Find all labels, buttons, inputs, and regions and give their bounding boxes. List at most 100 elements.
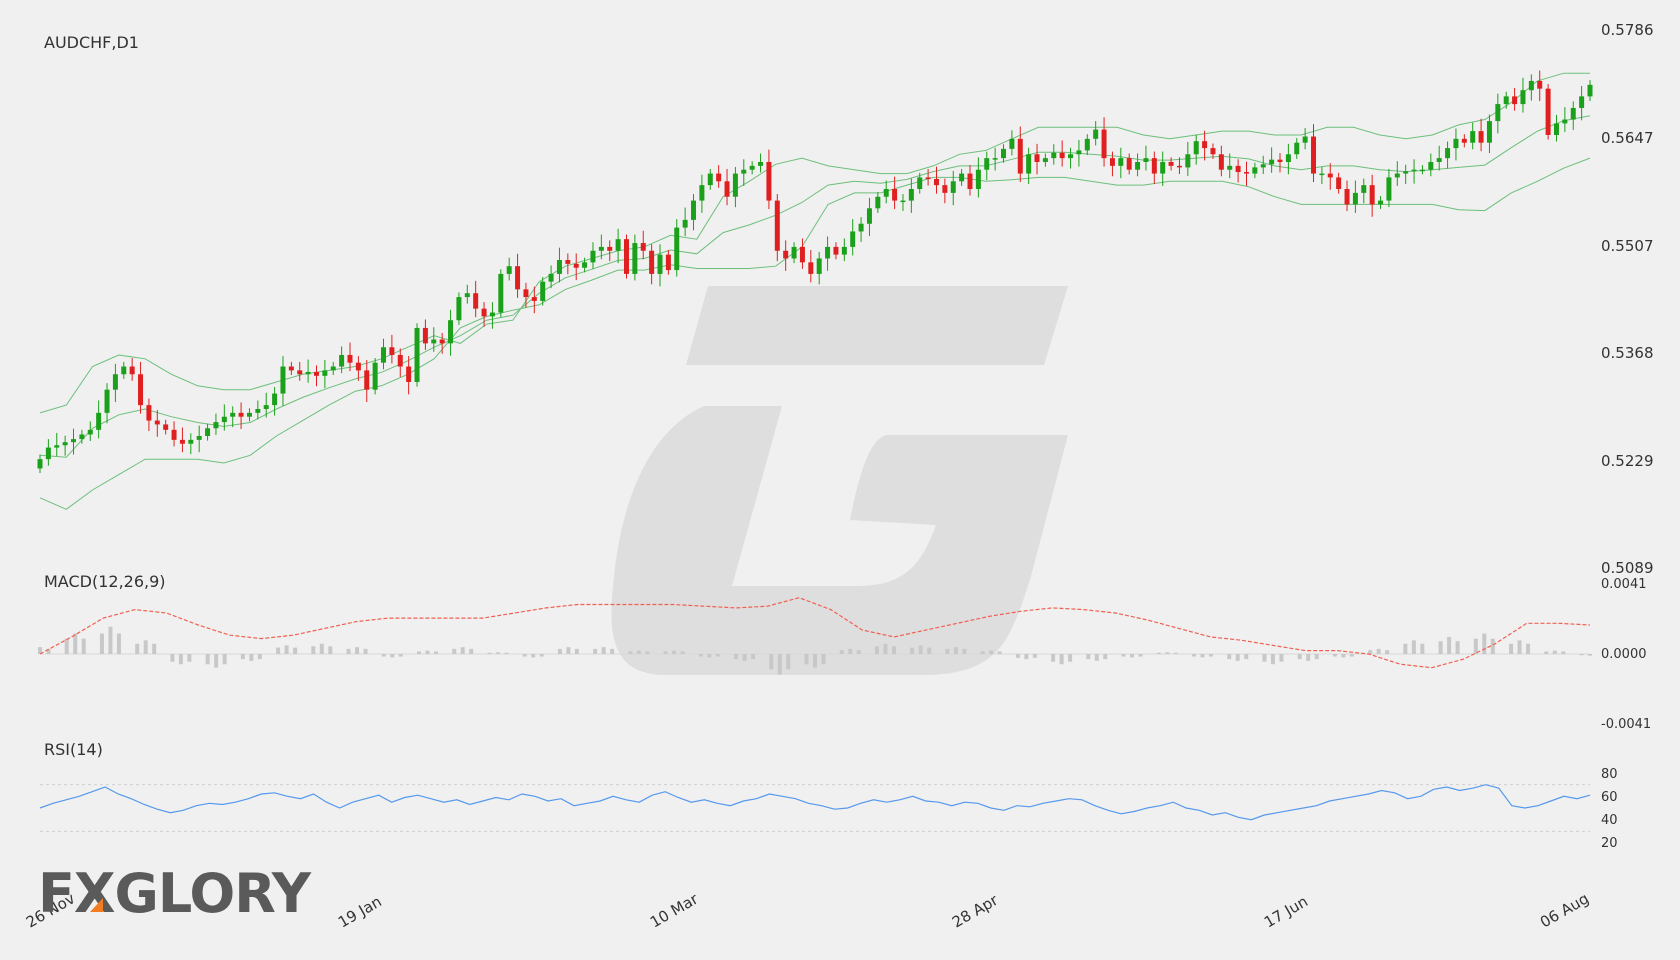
candle-body <box>766 161 772 201</box>
macd-histogram-bar <box>381 654 386 657</box>
macd-histogram-bar <box>1227 654 1232 660</box>
x-tick-label: 19 Jan <box>335 892 385 931</box>
candle-body <box>598 246 604 251</box>
candle-body <box>1570 107 1576 120</box>
macd-histogram-bar <box>883 643 888 654</box>
candle-body <box>347 354 353 363</box>
candle-body <box>1579 96 1585 108</box>
candle-body <box>205 428 211 437</box>
macd-histogram-bar <box>891 646 896 654</box>
candle-body <box>1470 131 1476 143</box>
candle-body <box>691 200 697 220</box>
macd-histogram-bar <box>390 654 395 658</box>
candle-body <box>431 339 437 344</box>
candle-body <box>1319 173 1325 176</box>
macd-histogram-bar <box>953 647 958 654</box>
candle-body <box>1394 173 1400 178</box>
macd-histogram-bar <box>460 647 465 654</box>
rsi-panel <box>39 784 1591 832</box>
macd-histogram-bar <box>918 645 923 654</box>
y-tick-label: 0.5368 <box>1601 344 1654 362</box>
candle-body <box>515 266 521 290</box>
candle-body <box>1151 158 1157 174</box>
x-tick-label: 06 Aug <box>1537 889 1592 931</box>
macd-histogram-bar <box>856 650 861 654</box>
macd-histogram-bar <box>1270 654 1275 665</box>
macd-histogram-bar <box>135 643 140 654</box>
x-tick-label: 17 Jun <box>1261 892 1311 931</box>
macd-histogram-bar <box>1544 651 1549 654</box>
candle-body <box>138 374 144 406</box>
candle-body <box>397 354 403 367</box>
macd-histogram-bar <box>328 646 333 654</box>
candle-body <box>1562 119 1568 124</box>
candle-body <box>1176 165 1182 168</box>
macd-histogram-bar <box>557 648 562 654</box>
candle-body <box>305 371 311 375</box>
candle-body <box>1068 154 1074 159</box>
price-axis: 0.5786 0.5647 0.5507 0.5368 0.5229 0.508… <box>1601 21 1654 577</box>
macd-histogram-bar <box>1165 652 1170 654</box>
macd-histogram-bar <box>1482 633 1487 654</box>
macd-histogram-bar <box>539 654 544 657</box>
candle-body <box>171 429 177 440</box>
candle-body <box>1311 136 1317 174</box>
macd-histogram-bar <box>945 648 950 654</box>
candle-body <box>45 447 51 460</box>
macd-histogram-bar <box>698 654 703 657</box>
macd-histogram-bar <box>1447 636 1452 654</box>
macd-histogram-bar <box>1024 654 1029 660</box>
macd-histogram-bar <box>81 638 86 654</box>
candle-body <box>900 200 906 203</box>
macd-histogram-bar <box>1517 640 1522 654</box>
macd-histogram-bar <box>284 645 289 654</box>
macd-histogram-bar <box>1130 654 1135 658</box>
candle-body <box>330 366 336 371</box>
candle-body <box>716 173 722 182</box>
macd-histogram-bar <box>734 654 739 660</box>
candle-body <box>1160 161 1166 174</box>
candle-body <box>473 293 479 309</box>
logo-text: FXGLORY <box>38 862 312 925</box>
candle-body <box>1126 158 1132 170</box>
candle-body <box>464 293 470 298</box>
macd-histogram-bar <box>1051 654 1056 662</box>
macd-histogram-bar <box>434 651 438 654</box>
candle-body <box>565 260 571 264</box>
candle-body <box>791 246 797 259</box>
x-tick-label: 10 Mar <box>647 889 702 931</box>
macd-histogram-bar <box>601 647 606 654</box>
macd-histogram-bar <box>707 654 712 658</box>
candle-body <box>1218 154 1224 170</box>
macd-histogram-bar <box>522 654 527 657</box>
macd-histogram-bar <box>680 651 685 654</box>
candle-body <box>213 422 219 429</box>
macd-histogram-bar <box>1403 643 1408 654</box>
macd-histogram-bar <box>178 654 183 665</box>
candle-body <box>1378 200 1384 205</box>
candle-body <box>37 459 43 469</box>
macd-histogram-bar <box>751 654 756 660</box>
candle-body <box>179 439 185 444</box>
macd-histogram-bar <box>1332 654 1337 657</box>
candle-body <box>1336 177 1342 190</box>
macd-histogram-bar <box>1235 654 1240 661</box>
candle-body <box>1042 158 1048 162</box>
candle-body <box>322 370 328 376</box>
macd-histogram-bar <box>1156 652 1161 654</box>
candle-body <box>1478 131 1484 143</box>
candle-body <box>96 412 102 430</box>
candle-body <box>112 374 118 390</box>
candle-body <box>1227 165 1233 170</box>
macd-histogram-bar <box>1561 651 1566 654</box>
candle-body <box>1285 154 1291 162</box>
candle-body <box>942 185 948 193</box>
candle-body <box>481 308 487 317</box>
macd-histogram-bar <box>240 654 245 660</box>
candle-body <box>79 434 85 440</box>
candle-body <box>246 412 252 417</box>
candle-body <box>833 246 839 255</box>
macd-histogram-bar <box>1279 654 1284 662</box>
macd-histogram-bar <box>804 654 809 665</box>
macd-histogram-bar <box>495 652 500 654</box>
